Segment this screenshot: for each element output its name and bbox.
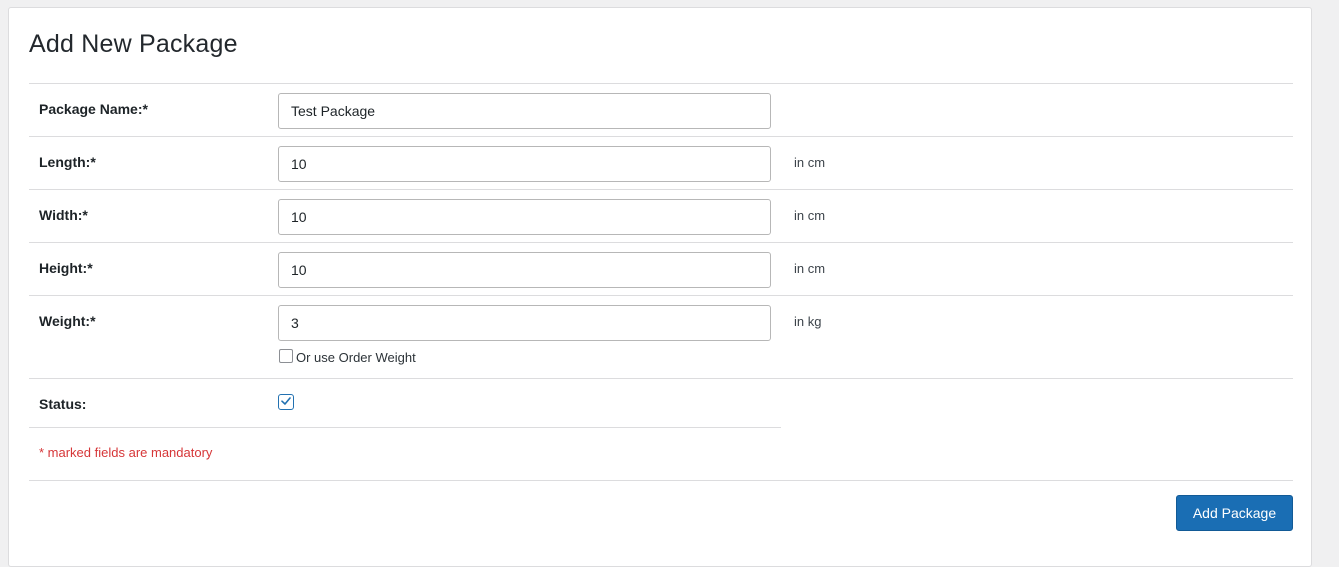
width-input[interactable]: [278, 199, 771, 235]
page-title: Add New Package: [29, 30, 238, 58]
order-weight-label: Or use Order Weight: [296, 350, 416, 365]
divider: [29, 427, 781, 428]
mandatory-note: * marked fields are mandatory: [39, 445, 213, 460]
divider: [29, 136, 1293, 137]
divider: [29, 378, 1293, 379]
divider: [29, 242, 1293, 243]
package-name-label: Package Name:*: [39, 101, 148, 117]
divider: [29, 189, 1293, 190]
height-label: Height:*: [39, 260, 93, 276]
height-unit: in cm: [794, 261, 826, 276]
divider: [29, 480, 1293, 481]
divider: [29, 295, 1293, 296]
length-input[interactable]: [278, 146, 771, 182]
width-unit: in cm: [794, 208, 826, 223]
order-weight-checkbox[interactable]: [279, 349, 293, 363]
width-label: Width:*: [39, 207, 88, 223]
status-label: Status:: [39, 396, 87, 412]
add-package-card: Add New Package Package Name:* Length:* …: [8, 7, 1312, 567]
length-unit: in cm: [794, 155, 826, 170]
status-checkbox[interactable]: [278, 394, 294, 410]
divider: [29, 83, 1293, 84]
length-label: Length:*: [39, 154, 96, 170]
checkmark-icon: [281, 397, 291, 405]
package-name-input[interactable]: [278, 93, 771, 129]
weight-input[interactable]: [278, 305, 771, 341]
height-input[interactable]: [278, 252, 771, 288]
weight-unit: in kg: [794, 314, 822, 329]
weight-label: Weight:*: [39, 313, 96, 329]
add-package-button[interactable]: Add Package: [1176, 495, 1293, 531]
